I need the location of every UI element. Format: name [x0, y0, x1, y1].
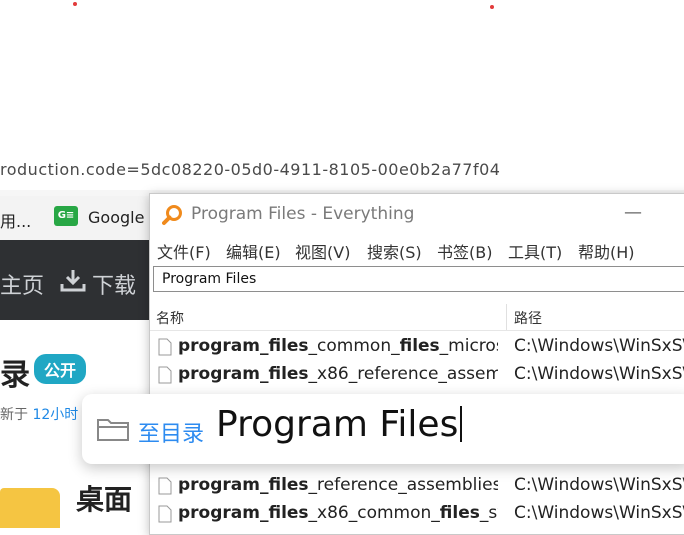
menu-search[interactable]: 搜索(S): [367, 239, 422, 263]
file-path: C:\Windows\WinSxS\: [514, 364, 684, 384]
site-navbar: 主页 下载: [0, 240, 160, 320]
column-header: 名称 路径: [150, 302, 684, 331]
file-icon: [158, 366, 172, 384]
folder-icon: [97, 419, 129, 441]
file-path: C:\Windows\WinSxS\: [514, 503, 684, 523]
goto-folder-input[interactable]: Program Files: [216, 404, 463, 445]
nav-home[interactable]: 主页: [0, 268, 44, 300]
text-caret: [460, 406, 463, 442]
menu-help[interactable]: 帮助(H): [578, 239, 635, 263]
column-name[interactable]: 名称: [156, 308, 184, 328]
column-divider[interactable]: [506, 304, 507, 330]
red-dot: [490, 5, 494, 9]
file-path: C:\Windows\WinSxS\: [514, 336, 684, 356]
table-row[interactable]: program_files_reference_assemblies_... C…: [150, 473, 684, 501]
folder-icon: [0, 488, 60, 528]
goto-folder-label: 至目录: [138, 422, 205, 447]
menu-bar: 文件(F) 编辑(E) 视图(V) 搜索(S) 书签(B) 工具(T) 帮助(H…: [150, 236, 684, 262]
menu-edit[interactable]: 编辑(E): [226, 239, 281, 263]
file-icon: [158, 477, 172, 495]
google-translate-icon: G≡: [54, 206, 78, 226]
download-icon: [60, 270, 86, 292]
menu-bookmarks[interactable]: 书签(B): [437, 239, 492, 263]
desktop-label[interactable]: 桌面: [76, 478, 132, 518]
file-icon: [158, 338, 172, 356]
file-path: C:\Windows\WinSxS\: [514, 475, 684, 495]
everything-window: Program Files - Everything — 文件(F) 编辑(E)…: [149, 193, 684, 535]
window-title: Program Files - Everything: [191, 204, 415, 224]
page-title: 录: [0, 358, 30, 393]
goto-folder-popup: 至目录 Program Files: [82, 394, 684, 464]
menu-file[interactable]: 文件(F): [157, 239, 211, 263]
public-badge: 公开: [34, 354, 87, 384]
search-box: [153, 266, 684, 292]
bookmark-item-google[interactable]: Google: [88, 208, 144, 227]
bookmark-item[interactable]: 用...: [0, 208, 31, 232]
table-row[interactable]: program_files_common_files_micros... C:\…: [150, 334, 684, 362]
bookmarks-bar: 用... G≡ Google: [0, 196, 160, 240]
table-row[interactable]: program_files_x86_common_files_sys... C:…: [150, 501, 684, 529]
column-path[interactable]: 路径: [514, 308, 542, 328]
file-icon: [158, 505, 172, 523]
search-input[interactable]: [154, 267, 684, 291]
table-row[interactable]: program_files_x86_reference_assembl... C…: [150, 362, 684, 390]
update-info: 新于 12小时: [0, 407, 79, 423]
magnifier-icon: [162, 205, 182, 225]
nav-download[interactable]: 下载: [92, 268, 136, 300]
minimize-button[interactable]: —: [624, 202, 642, 223]
menu-tools[interactable]: 工具(T): [508, 239, 562, 263]
menu-view[interactable]: 视图(V): [295, 239, 350, 263]
title-bar[interactable]: Program Files - Everything —: [150, 194, 684, 234]
red-dot: [73, 2, 77, 6]
background-url-text: roduction.code=5dc08220-05d0-4911-8105-0…: [0, 160, 501, 179]
